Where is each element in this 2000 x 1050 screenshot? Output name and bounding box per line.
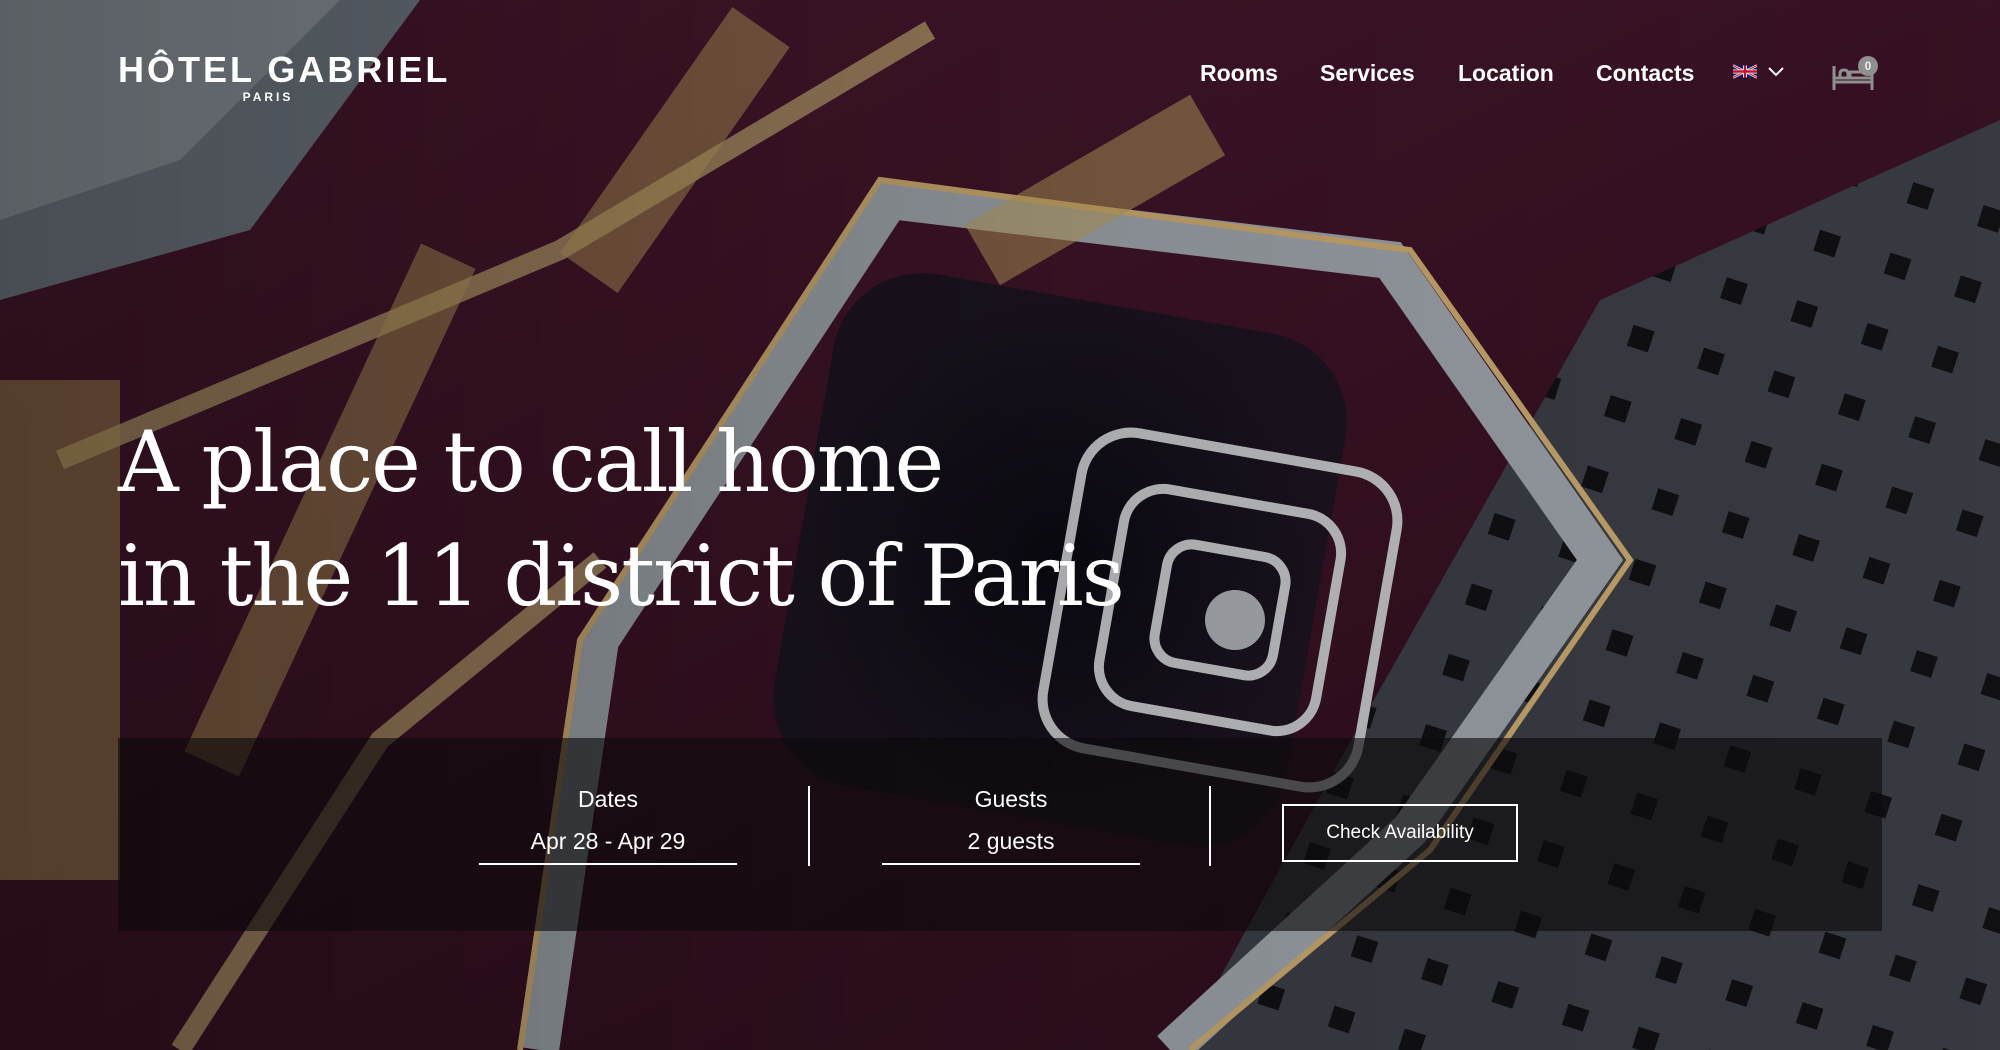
booking-bar: Dates Apr 28 - Apr 29 Guests 2 guests Ch… — [118, 738, 1882, 931]
dates-value[interactable]: Apr 28 - Apr 29 — [479, 826, 737, 865]
nav-location[interactable]: Location — [1458, 60, 1554, 87]
booking-cart-button[interactable]: 0 — [1830, 52, 1880, 102]
hero-headline: A place to call home in the 11 district … — [118, 405, 1125, 633]
guests-value[interactable]: 2 guests — [882, 826, 1140, 865]
language-selector[interactable] — [1733, 64, 1785, 79]
cart-count-badge: 0 — [1858, 56, 1878, 76]
guests-label: Guests — [974, 786, 1048, 812]
nav-rooms[interactable]: Rooms — [1200, 60, 1278, 87]
main-navigation: Rooms Services Location Contacts — [0, 60, 2000, 90]
headline-line-1: A place to call home — [118, 413, 944, 511]
hero-section: HÔTEL GABRIEL PARIS Rooms Services Locat… — [0, 0, 2000, 1050]
logo-city: PARIS — [242, 90, 294, 104]
nav-services[interactable]: Services — [1320, 60, 1415, 87]
dates-picker[interactable]: Dates Apr 28 - Apr 29 — [479, 784, 737, 865]
guests-picker[interactable]: Guests 2 guests — [882, 784, 1140, 865]
dates-label: Dates — [577, 786, 639, 812]
booking-divider — [1209, 786, 1211, 866]
headline-line-2: in the 11 district of Paris — [118, 527, 1125, 625]
check-availability-button[interactable]: Check Availability — [1282, 804, 1518, 862]
nav-contacts[interactable]: Contacts — [1596, 60, 1694, 87]
chevron-down-icon — [1768, 66, 1784, 76]
booking-divider — [808, 786, 810, 866]
uk-flag-icon — [1733, 64, 1757, 79]
